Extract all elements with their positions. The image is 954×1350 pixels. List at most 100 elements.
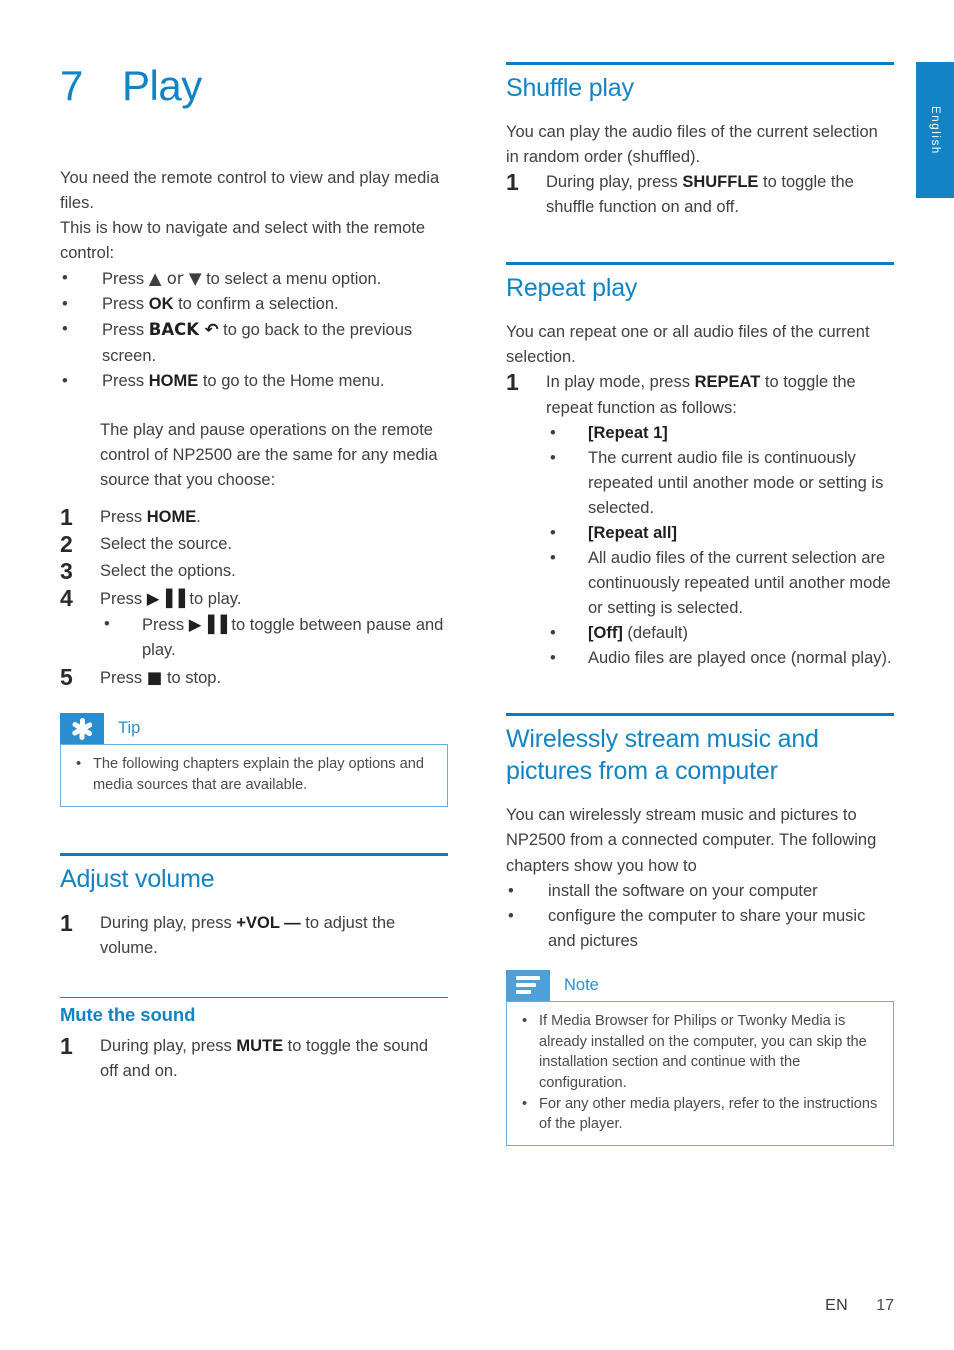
- list-item: 1 During play, press SHUFFLE to toggle th…: [506, 169, 894, 220]
- list-item: 1 During play, press MUTE to toggle the s…: [60, 1033, 448, 1084]
- option-label: [Repeat all]: [588, 523, 677, 542]
- subsection-rule: [60, 997, 448, 999]
- step-prefix: In play mode, press: [546, 373, 695, 392]
- language-tab: English: [916, 62, 954, 198]
- bullet-prefix: Press: [142, 616, 189, 635]
- step-suffix: to play.: [184, 590, 242, 609]
- note-callout: Note If Media Browser for Philips or Two…: [506, 969, 894, 1147]
- list-item: The following chapters explain the play …: [73, 754, 435, 795]
- option-desc: Audio files are played once (normal play…: [588, 649, 892, 668]
- play-steps-list: 1 Press HOME. 2 Select the source. 3 Select…: [60, 504, 448, 692]
- list-item: 3 Select the options.: [60, 558, 448, 584]
- bullet-prefix: Press: [102, 295, 149, 314]
- repeat-play-paragraph: You can repeat one or all audio files of…: [506, 323, 870, 367]
- option-label: [Off]: [588, 624, 623, 643]
- bullet-key: ▲ or ▼: [148, 269, 202, 289]
- step-key: HOME: [146, 507, 197, 526]
- list-item: configure the computer to share your mus…: [506, 904, 894, 954]
- intro-paragraph-1: You need the remote control to view and …: [60, 169, 440, 213]
- list-item: Audio files are played once (normal play…: [546, 646, 894, 671]
- mute-the-sound-steps: 1 During play, press MUTE to toggle the s…: [60, 1033, 448, 1084]
- intro-paragraph-2: This is how to navigate and select with …: [60, 219, 426, 263]
- navigation-bullet-list: Press ▲ or ▼ to select a menu option. Pr…: [60, 266, 448, 393]
- step-prefix: Press: [100, 507, 147, 526]
- step-number: 5: [60, 664, 73, 691]
- step-prefix: During play, press: [100, 1037, 237, 1056]
- list-item: 4 Press ▶▐▐ to play. Press ▶▐▐ to toggle …: [60, 585, 448, 663]
- volume-key: +VOL —: [236, 913, 301, 932]
- page-footer: EN 17: [825, 1297, 894, 1315]
- shuffle-play-steps: 1 During play, press SHUFFLE to toggle th…: [506, 169, 894, 220]
- list-item: 1 Press HOME.: [60, 504, 448, 530]
- step-prefix: Press: [100, 590, 147, 609]
- mute-the-sound-heading: Mute the sound: [60, 1004, 196, 1026]
- note-callout-label: Note: [564, 975, 599, 994]
- list-item: For any other media players, refer to th…: [519, 1094, 881, 1135]
- step-number: 1: [506, 369, 519, 396]
- wireless-stream-bullets: install the software on your computer co…: [506, 879, 894, 954]
- step-prefix: Select the options.: [100, 562, 236, 581]
- tip-callout-label: Tip: [118, 719, 141, 738]
- step-prefix: Select the source.: [100, 535, 233, 554]
- section-rule: [506, 713, 894, 717]
- list-item: [Off] (default): [546, 621, 894, 646]
- section-rule: [60, 852, 448, 856]
- bullet-suffix: to select a menu option.: [201, 270, 382, 289]
- step4-sub-list: Press ▶▐▐ to toggle between pause and pl…: [100, 612, 448, 663]
- step-prefix: During play, press: [546, 173, 683, 192]
- wireless-stream-heading: Wirelessly stream music and pictures fro…: [506, 725, 819, 786]
- chapter-name: Play: [122, 62, 202, 109]
- section-rule: [506, 62, 894, 65]
- mute-key: MUTE: [236, 1037, 284, 1056]
- section-rule: [506, 262, 894, 266]
- play-pause-icon: ▶▐▐: [146, 589, 185, 609]
- bullet-prefix: Press: [102, 321, 149, 340]
- step-number: 4: [60, 585, 73, 612]
- play-pause-icon: ▶▐▐: [188, 615, 227, 635]
- list-item: 1 In play mode, press REPEAT to toggle th…: [506, 369, 894, 672]
- option-desc: All audio files of the current selection…: [588, 549, 891, 618]
- stop-icon: ■: [146, 668, 163, 688]
- bullet-prefix: Press: [102, 371, 149, 390]
- list-item: Press OK to confirm a selection.: [60, 292, 448, 317]
- footer-page-number: 17: [876, 1297, 894, 1314]
- play-pause-note: The play and pause operations on the rem…: [100, 420, 438, 489]
- list-item: All audio files of the current selection…: [546, 546, 894, 621]
- document-page: 7 Play English You need the remote contr…: [0, 0, 954, 1350]
- footer-language-code: EN: [825, 1297, 848, 1314]
- tip-callout-body: The following chapters explain the play …: [60, 744, 448, 807]
- option-desc: The current audio file is continuously r…: [588, 448, 884, 517]
- list-item: [Repeat all]: [546, 521, 894, 546]
- shuffle-play-paragraph: You can play the audio files of the curr…: [506, 123, 878, 167]
- bullet-prefix: Press: [102, 270, 149, 289]
- step-suffix: to stop.: [162, 669, 222, 688]
- chapter-number: 7: [60, 62, 83, 109]
- option-label: [Repeat 1]: [588, 423, 668, 442]
- list-item: install the software on your computer: [506, 879, 894, 904]
- step-prefix: Press: [100, 669, 147, 688]
- lines-icon: [506, 969, 550, 1001]
- repeat-options-list: [Repeat 1] The current audio file is con…: [546, 421, 894, 672]
- step-suffix: .: [196, 507, 201, 526]
- list-item: If Media Browser for Philips or Twonky M…: [519, 1011, 881, 1094]
- list-item: Press ▲ or ▼ to select a menu option.: [60, 266, 448, 292]
- bullet-key: HOME: [148, 371, 199, 390]
- list-item: Press ▶▐▐ to toggle between pause and pl…: [100, 612, 448, 663]
- list-item: Press HOME to go to the Home menu.: [60, 369, 448, 394]
- list-item: Press BACK ↶ to go back to the previous …: [60, 317, 448, 368]
- step-number: 1: [60, 909, 73, 936]
- repeat-key: REPEAT: [694, 373, 761, 392]
- note-callout-header: Note: [506, 969, 894, 1001]
- repeat-play-heading: Repeat play: [506, 274, 638, 303]
- repeat-play-steps: 1 In play mode, press REPEAT to toggle th…: [506, 369, 894, 672]
- adjust-volume-heading: Adjust volume: [60, 864, 215, 893]
- adjust-volume-steps: 1 During play, press +VOL — to adjust the…: [60, 910, 448, 961]
- list-item: [Repeat 1]: [546, 421, 894, 446]
- chapter-title: 7 Play: [60, 62, 202, 110]
- step-number: 1: [60, 1033, 73, 1060]
- bullet-suffix: to go to the Home menu.: [198, 371, 385, 390]
- tip-callout-header: Tip: [60, 713, 448, 745]
- bullet-key: OK: [148, 295, 174, 314]
- right-column: Shuffle play You can play the audio file…: [506, 62, 894, 1147]
- list-item: 2 Select the source.: [60, 531, 448, 557]
